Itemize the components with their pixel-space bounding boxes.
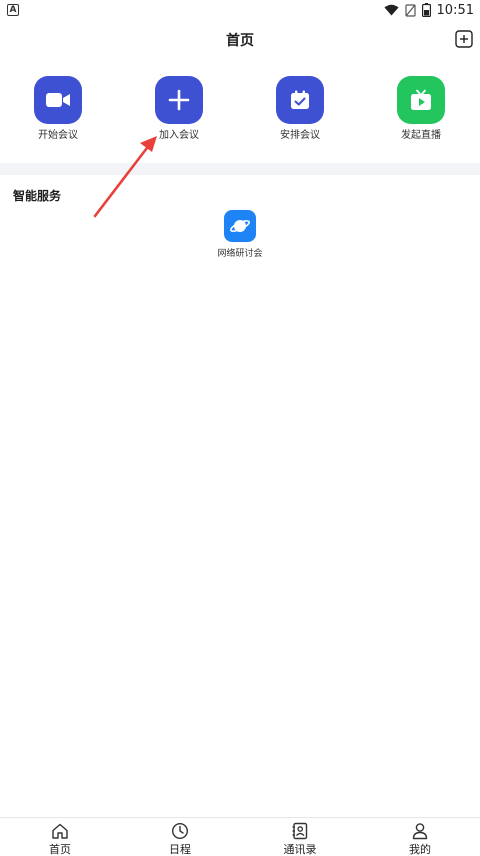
bottom-tab-bar: 首页 日程 通讯录 我的 (0, 817, 480, 856)
join-meeting-label: 加入会议 (159, 130, 199, 141)
webinar-tile[interactable] (224, 210, 256, 242)
page-title: 首页 (226, 33, 254, 49)
tab-home-label: 首页 (49, 843, 71, 856)
join-meeting-button[interactable]: 加入会议 (131, 76, 227, 142)
tab-me[interactable]: 我的 (360, 822, 480, 856)
tab-me-label: 我的 (409, 843, 431, 856)
video-camera-icon (46, 93, 70, 107)
clock-icon (171, 822, 189, 840)
contacts-icon (292, 822, 308, 840)
join-meeting-tile[interactable] (155, 76, 203, 124)
webinar-label: 网络研讨会 (217, 249, 263, 259)
home-icon (52, 823, 68, 839)
schedule-meeting-label: 安排会议 (280, 130, 320, 141)
tab-contacts-label: 通讯录 (283, 843, 317, 856)
webinar-service[interactable]: 网络研讨会 (208, 210, 272, 260)
battery-icon (421, 3, 431, 17)
calendar-check-icon (291, 90, 309, 109)
top-header: 首页 (0, 22, 480, 56)
status-bar: A 10:51 (0, 0, 480, 22)
plus-icon (168, 89, 190, 111)
smart-services-title: 智能服务 (13, 189, 62, 203)
status-time: 10:51 (436, 2, 474, 18)
schedule-meeting-tile[interactable] (276, 76, 324, 124)
planet-icon (230, 220, 250, 232)
tab-schedule-label: 日程 (169, 843, 191, 856)
app-notification-icon: A (7, 4, 19, 16)
schedule-meeting-button[interactable]: 安排会议 (252, 76, 348, 142)
tab-schedule[interactable]: 日程 (120, 822, 240, 856)
tab-contacts[interactable]: 通讯录 (240, 822, 360, 856)
wifi-icon (384, 4, 399, 16)
live-tv-icon (411, 89, 431, 110)
signal-off-icon (404, 3, 416, 17)
tab-home[interactable]: 首页 (0, 822, 120, 856)
status-icons: 10:51 (384, 2, 474, 18)
start-meeting-label: 开始会议 (38, 130, 78, 141)
start-live-button[interactable]: 发起直播 (373, 76, 469, 142)
start-meeting-tile[interactable] (34, 76, 82, 124)
start-live-tile[interactable] (397, 76, 445, 124)
person-icon (412, 823, 428, 840)
start-live-label: 发起直播 (401, 130, 441, 141)
quick-actions: 开始会议 加入会议 安排会议 发起直播 (0, 76, 480, 148)
section-divider (0, 163, 480, 175)
plus-square-icon[interactable] (455, 30, 473, 48)
start-meeting-button[interactable]: 开始会议 (10, 76, 106, 142)
